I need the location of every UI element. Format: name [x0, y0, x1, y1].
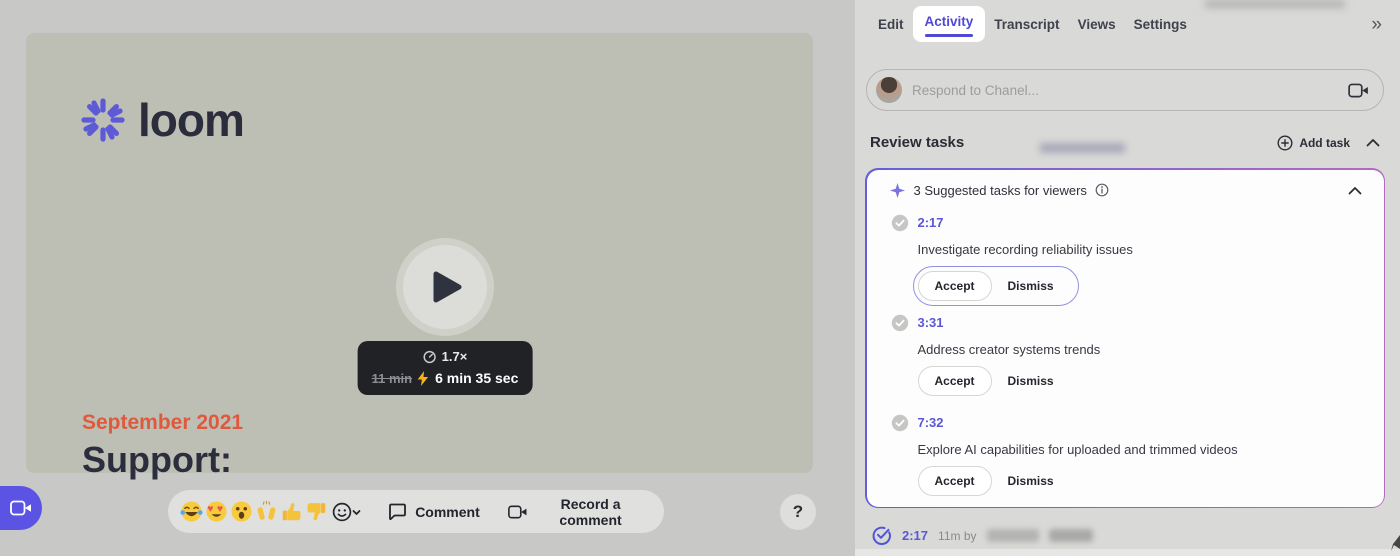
plus-circle-icon — [1277, 135, 1293, 151]
suggested-task-item: 3:31 Address creator systems trends Acce… — [891, 314, 1364, 396]
ai-sparkle-icon — [889, 182, 906, 199]
help-button[interactable]: ? — [780, 494, 816, 530]
emoji-picker-icon — [332, 501, 362, 523]
chevron-up-icon — [1348, 186, 1362, 195]
original-duration: 11 min — [372, 371, 412, 386]
tab-views[interactable]: Views — [1069, 9, 1125, 40]
thumbs-down-emoji-icon — [305, 500, 328, 523]
completed-task-timestamp[interactable]: 2:17 — [902, 528, 928, 543]
record-a-comment-label: Record a comment — [535, 496, 646, 528]
task-timestamp-link[interactable]: 3:31 — [918, 315, 944, 330]
user-avatar — [876, 77, 902, 103]
svg-text:♥: ♥ — [217, 504, 223, 515]
video-camera-icon — [10, 500, 32, 516]
raising-hands-emoji-icon — [255, 500, 278, 523]
sidebar-tab-bar: Edit Activity Transcript Views Settings … — [869, 6, 1386, 42]
dismiss-button[interactable]: Dismiss — [996, 367, 1066, 395]
suggested-tasks-header: 3 Suggested tasks for viewers — [889, 182, 1364, 199]
video-camera-icon — [508, 504, 527, 520]
reduced-duration: 6 min 35 sec — [435, 370, 518, 386]
suggested-task-item: 7:32 Explore AI capabilities for uploade… — [891, 414, 1364, 496]
tab-transcript[interactable]: Transcript — [985, 9, 1068, 40]
reactions-toolbar: ♥ ♥ — [168, 490, 664, 533]
check-circle-icon[interactable] — [891, 414, 909, 432]
video-camera-icon — [1348, 83, 1369, 98]
suggested-task-item: 2:17 Investigate recording reliability i… — [891, 214, 1364, 306]
collapse-suggested-tasks-icon[interactable] — [1346, 184, 1364, 197]
playback-speed-value: 1.7× — [442, 349, 468, 364]
tab-activity[interactable]: Activity — [913, 6, 986, 42]
task-description: Investigate recording reliability issues — [918, 242, 1364, 257]
dismiss-button[interactable]: Dismiss — [996, 272, 1066, 300]
surprised-emoji-button[interactable] — [230, 499, 253, 525]
add-task-button[interactable]: Add task — [1277, 135, 1350, 151]
collapse-panel-icon[interactable]: » — [1367, 11, 1386, 38]
check-circle-icon[interactable] — [891, 314, 909, 332]
heart-eyes-emoji-button[interactable]: ♥ ♥ — [205, 499, 228, 525]
chevron-up-icon — [1366, 138, 1380, 147]
completed-task-row: 2:17 11m by — [871, 525, 1093, 546]
video-slide-date: September 2021 — [82, 411, 243, 435]
add-task-label: Add task — [1299, 136, 1350, 150]
task-timestamp-link[interactable]: 7:32 — [918, 415, 944, 430]
completed-check-circle-icon[interactable] — [871, 525, 892, 546]
surprised-emoji-icon — [230, 500, 253, 523]
loom-logo: loom — [80, 93, 244, 147]
laughing-emoji-icon — [180, 500, 203, 523]
play-button[interactable] — [403, 245, 487, 329]
review-tasks-header: Review tasks Add task — [870, 134, 1382, 151]
emoji-picker-button[interactable] — [332, 499, 362, 525]
info-icon[interactable] — [1095, 183, 1109, 197]
respond-video-button[interactable] — [1348, 83, 1369, 98]
record-video-fab[interactable] — [0, 486, 42, 530]
raising-hands-emoji-button[interactable] — [255, 499, 278, 525]
thumbs-down-emoji-button[interactable] — [305, 499, 328, 525]
laughing-emoji-button[interactable] — [180, 499, 203, 525]
review-tasks-title: Review tasks — [870, 134, 964, 151]
record-a-comment-button[interactable]: Record a comment — [508, 496, 646, 528]
task-actions-focus-ring: Accept Dismiss — [913, 266, 1079, 306]
suggested-tasks-card: 3 Suggested tasks for viewers — [865, 168, 1385, 508]
thumbs-up-emoji-icon — [280, 500, 303, 523]
tab-settings[interactable]: Settings — [1125, 9, 1196, 40]
dismiss-button[interactable]: Dismiss — [996, 467, 1066, 495]
accept-button[interactable]: Accept — [918, 466, 992, 496]
check-circle-icon[interactable] — [891, 214, 909, 232]
suggested-tasks-title: 3 Suggested tasks for viewers — [914, 183, 1087, 198]
comment-button-label: Comment — [415, 504, 480, 520]
collapse-review-tasks-icon[interactable] — [1364, 136, 1382, 149]
heart-eyes-emoji-icon: ♥ ♥ — [205, 500, 228, 523]
thumbs-up-emoji-button[interactable] — [280, 499, 303, 525]
accept-button[interactable]: Accept — [918, 271, 992, 301]
comment-bubble-icon — [388, 503, 407, 521]
redacted-author-name — [987, 529, 1039, 542]
task-timestamp-link[interactable]: 2:17 — [918, 215, 944, 230]
respond-input[interactable] — [902, 83, 1348, 98]
lightning-icon — [418, 371, 429, 386]
comment-button[interactable]: Comment — [388, 503, 480, 521]
playback-speed-tooltip: 1.7× 11 min 6 min 35 sec — [358, 341, 533, 395]
task-description: Explore AI capabilities for uploaded and… — [918, 442, 1364, 457]
speedometer-icon — [423, 350, 437, 364]
tab-edit[interactable]: Edit — [869, 9, 913, 40]
mouse-cursor-fragment — [1391, 535, 1400, 551]
redacted-author-name — [1049, 529, 1093, 542]
respond-comment-box[interactable] — [866, 69, 1384, 111]
loom-logo-text: loom — [138, 93, 244, 147]
panel-bottom-strip — [855, 549, 1400, 556]
completed-task-meta: 11m by — [938, 529, 976, 543]
svg-text:♥: ♥ — [207, 504, 213, 515]
activity-sidebar: Edit Activity Transcript Views Settings … — [855, 0, 1400, 556]
play-icon — [433, 271, 463, 303]
video-slide-title: Support: — [82, 439, 232, 481]
video-player[interactable]: loom 1.7× 11 min 6 min 35 sec September … — [26, 33, 813, 473]
accept-button[interactable]: Accept — [918, 366, 992, 396]
redacted-blur — [1040, 144, 1125, 152]
task-description: Address creator systems trends — [918, 342, 1364, 357]
loom-logo-icon — [80, 97, 126, 143]
